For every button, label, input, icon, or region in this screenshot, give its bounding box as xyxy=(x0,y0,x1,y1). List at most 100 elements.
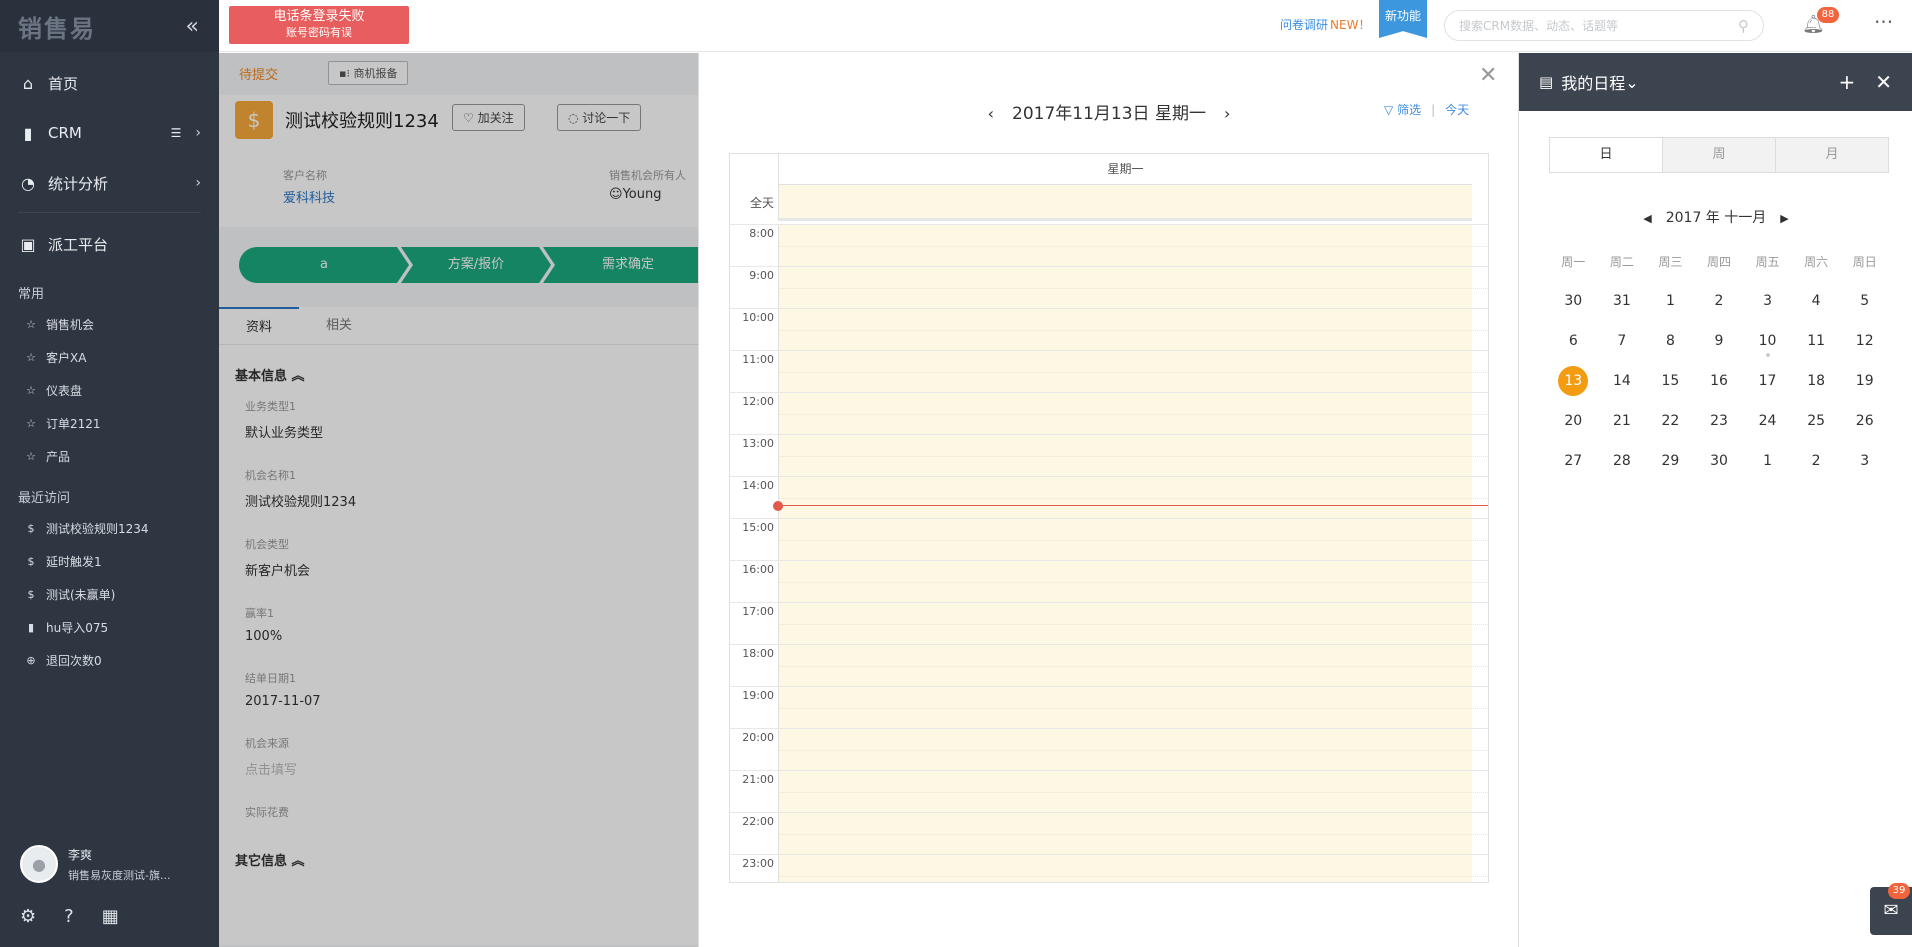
common-item[interactable]: ☆ 订单2121 xyxy=(0,407,219,440)
calendar-day[interactable]: 21 xyxy=(1598,401,1647,441)
sidebar-item-home[interactable]: ⌂ 首页 xyxy=(0,58,219,108)
schedule-title[interactable]: 我的日程 xyxy=(1561,70,1625,94)
calendar-day[interactable]: 28 xyxy=(1598,441,1647,481)
calendar-day[interactable]: 31 xyxy=(1598,281,1647,321)
hour-label: 18:00 xyxy=(742,647,774,660)
calendar-day[interactable]: 13 xyxy=(1549,361,1598,401)
day-number: 27 xyxy=(1564,453,1583,469)
next-month-icon[interactable]: ▶ xyxy=(1780,212,1788,225)
calendar-day[interactable]: 10 xyxy=(1743,321,1792,361)
common-item-label: 客户XA xyxy=(46,351,87,365)
chevron-down-icon[interactable]: ⌄ xyxy=(1625,73,1638,92)
hour-row: 22:00 xyxy=(730,812,1488,855)
calendar-day[interactable]: 23 xyxy=(1695,401,1744,441)
calendar-day[interactable]: 3 xyxy=(1743,281,1792,321)
calendar-day[interactable]: 27 xyxy=(1549,441,1598,481)
calendar-day[interactable]: 2 xyxy=(1695,281,1744,321)
hour-row: 16:00 xyxy=(730,560,1488,603)
prev-day-icon[interactable]: ‹ xyxy=(988,104,994,123)
calendar-icon: ▤ xyxy=(1539,73,1554,91)
search-input[interactable] xyxy=(1459,18,1719,33)
collapse-sidebar-icon[interactable]: « xyxy=(186,14,199,39)
search-icon[interactable]: ⚲ xyxy=(1738,17,1749,35)
calendar-day[interactable]: 11 xyxy=(1792,321,1841,361)
calendar-day[interactable]: 4 xyxy=(1792,281,1841,321)
calendar-day[interactable]: 22 xyxy=(1646,401,1695,441)
recent-item[interactable]: $ 延时触发1 xyxy=(0,545,219,578)
calendar-day[interactable]: 3 xyxy=(1840,441,1889,481)
calendar-day[interactable]: 18 xyxy=(1792,361,1841,401)
prev-month-icon[interactable]: ◀ xyxy=(1643,212,1651,225)
calendar-day[interactable]: 24 xyxy=(1743,401,1792,441)
calendar-day[interactable]: 30 xyxy=(1695,441,1744,481)
common-item[interactable]: ☆ 客户XA xyxy=(0,341,219,374)
common-item[interactable]: ☆ 仪表盘 xyxy=(0,374,219,407)
recent-item[interactable]: ⊕ 退回次数0 xyxy=(0,644,219,677)
hour-label: 8:00 xyxy=(749,227,774,240)
hour-label: 14:00 xyxy=(742,479,774,492)
survey-link[interactable]: 问卷调研 NEW！ xyxy=(1280,16,1370,33)
apps-grid-icon[interactable]: ▦ xyxy=(102,906,119,927)
hour-label: 11:00 xyxy=(742,353,774,366)
day-number: 24 xyxy=(1758,413,1777,429)
add-event-icon[interactable]: + xyxy=(1838,70,1855,94)
sidebar-item-crm[interactable]: ▮ CRM ☰ › xyxy=(0,108,219,158)
calendar-day[interactable]: 9 xyxy=(1695,321,1744,361)
hour-cell[interactable] xyxy=(778,855,1472,882)
hour-row: 11:00 xyxy=(730,350,1488,393)
calendar-day[interactable]: 8 xyxy=(1646,321,1695,361)
allday-cell[interactable] xyxy=(778,185,1472,221)
calendar-day[interactable]: 1 xyxy=(1743,441,1792,481)
today-button[interactable]: 今天 xyxy=(1445,103,1469,117)
common-item[interactable]: ☆ 产品 xyxy=(0,440,219,473)
phone-error-banner[interactable]: 电话条登录失败 账号密码有误 xyxy=(229,6,409,44)
list-add-icon[interactable]: ☰ xyxy=(171,126,182,140)
recent-item[interactable]: $ 测试(未赢单) xyxy=(0,578,219,611)
weekday-label: 周五 xyxy=(1755,255,1780,269)
calendar-day[interactable]: 12 xyxy=(1840,321,1889,361)
common-item[interactable]: ☆ 销售机会 xyxy=(0,308,219,341)
recent-item[interactable]: $ 测试校验规则1234 xyxy=(0,512,219,545)
recent-item[interactable]: ▮ hu导入075 xyxy=(0,611,219,644)
gear-icon[interactable]: ⚙ xyxy=(20,906,36,927)
half-hour-line xyxy=(778,624,1488,625)
calendar-day[interactable]: 16 xyxy=(1695,361,1744,401)
filter-button[interactable]: ▽ 筛选 xyxy=(1384,103,1421,117)
chat-button[interactable]: ✉ 39 xyxy=(1870,883,1912,935)
calendar-day[interactable]: 26 xyxy=(1840,401,1889,441)
close-icon[interactable]: ✕ xyxy=(1875,70,1892,94)
view-month-tab[interactable]: 月 xyxy=(1775,138,1888,172)
view-week-tab[interactable]: 周 xyxy=(1662,138,1775,172)
calendar-day[interactable]: 29 xyxy=(1646,441,1695,481)
day-number: 13 xyxy=(1558,366,1589,396)
calendar-day[interactable]: 25 xyxy=(1792,401,1841,441)
modal-overlay[interactable] xyxy=(219,53,698,947)
view-day-tab[interactable]: 日 xyxy=(1550,138,1662,172)
calendar-day[interactable]: 17 xyxy=(1743,361,1792,401)
user-profile[interactable]: ● 李爽 销售易灰度测试-旗... xyxy=(0,836,219,892)
more-icon[interactable]: ··· xyxy=(1874,10,1893,34)
calendar-day[interactable]: 30 xyxy=(1549,281,1598,321)
hour-label: 20:00 xyxy=(742,731,774,744)
calendar-day[interactable]: 20 xyxy=(1549,401,1598,441)
calendar-day[interactable]: 2 xyxy=(1792,441,1841,481)
hour-label: 16:00 xyxy=(742,563,774,576)
calendar-day[interactable]: 5 xyxy=(1840,281,1889,321)
search-box[interactable]: ⚲ xyxy=(1444,10,1764,41)
next-day-icon[interactable]: › xyxy=(1224,104,1230,123)
hour-row: 18:00 xyxy=(730,644,1488,687)
calendar-day[interactable]: 1 xyxy=(1646,281,1695,321)
calendar-day[interactable]: 14 xyxy=(1598,361,1647,401)
dollar-icon: $ xyxy=(27,588,35,601)
calendar-day[interactable]: 6 xyxy=(1549,321,1598,361)
new-feature-ribbon[interactable]: 新功能 xyxy=(1379,0,1427,38)
help-icon[interactable]: ? xyxy=(64,906,74,927)
day-number: 23 xyxy=(1710,413,1728,429)
calendar-day[interactable]: 7 xyxy=(1598,321,1647,361)
close-icon[interactable]: ✕ xyxy=(1479,63,1497,88)
sidebar-item-dispatch[interactable]: ▣ 派工平台 xyxy=(0,219,219,269)
calendar-day[interactable]: 15 xyxy=(1646,361,1695,401)
sidebar-item-analytics[interactable]: ◔ 统计分析 › xyxy=(0,158,219,208)
calendar-day[interactable]: 19 xyxy=(1840,361,1889,401)
day-number: 25 xyxy=(1807,413,1826,429)
